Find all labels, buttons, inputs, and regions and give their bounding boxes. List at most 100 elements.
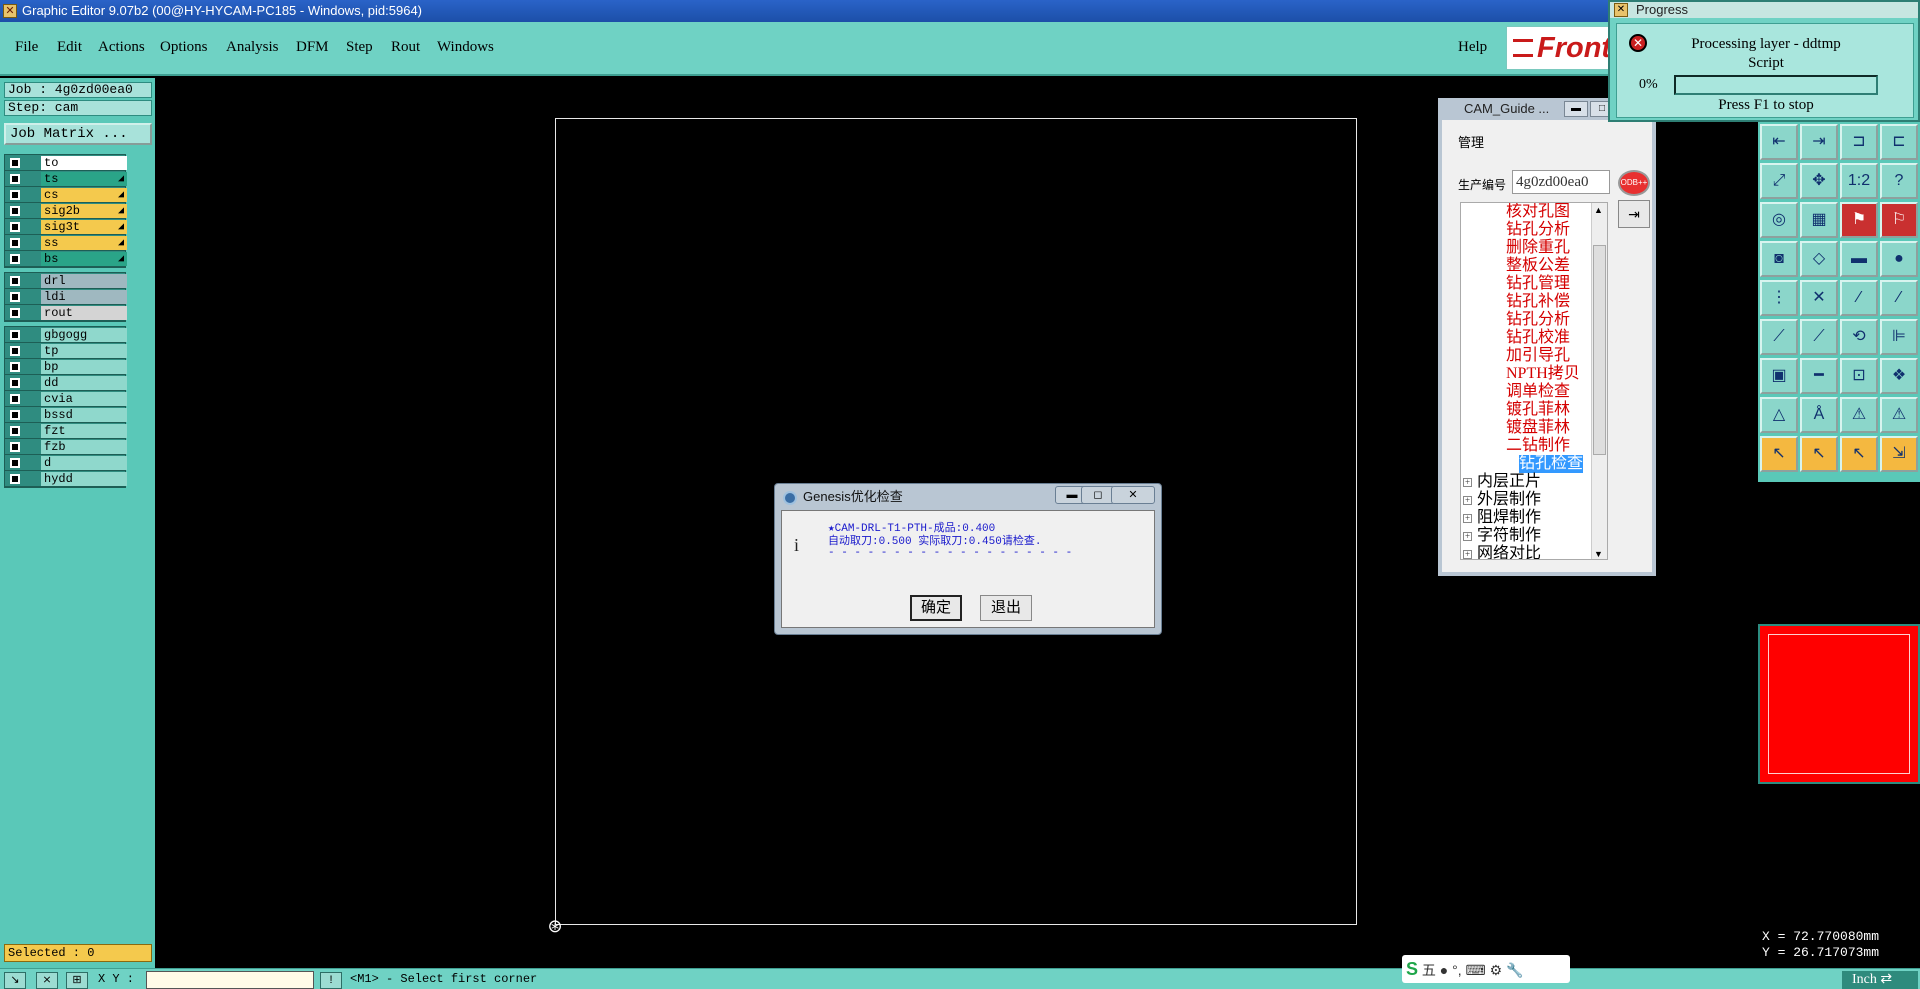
tree-item[interactable]: 钻孔管理: [1506, 275, 1570, 293]
layer-name[interactable]: gbgogg: [41, 328, 127, 342]
layer-checkbox[interactable]: [10, 174, 20, 184]
rotate-icon[interactable]: ⟲: [1840, 319, 1878, 355]
cross-icon[interactable]: ✕: [1800, 280, 1838, 316]
layer-name[interactable]: ldi: [41, 290, 127, 304]
menu-dfm[interactable]: DFM: [296, 39, 329, 56]
tree-item[interactable]: 调单检查: [1506, 383, 1570, 401]
tree-parent-item[interactable]: + 网络对比: [1463, 545, 1541, 559]
layer-checkbox[interactable]: [10, 362, 20, 372]
layer-checkbox[interactable]: [10, 254, 20, 264]
tree-item[interactable]: 钻孔分析: [1506, 311, 1570, 329]
tree-item[interactable]: 整板公差: [1506, 257, 1570, 275]
scroll-down-icon[interactable]: ▼: [1594, 549, 1603, 559]
dialog-maximize-icon[interactable]: ◻: [1081, 486, 1115, 504]
select-mode-icon[interactable]: ↘: [4, 972, 26, 989]
box-icon[interactable]: ▣: [1760, 358, 1798, 394]
tree-item[interactable]: NPTH拷贝: [1506, 365, 1580, 383]
menu-rout[interactable]: Rout: [391, 39, 420, 56]
pan-icon[interactable]: ✥: [1800, 163, 1838, 199]
pointer-red-icon[interactable]: ↖: [1800, 436, 1838, 472]
cluster-icon[interactable]: ❖: [1880, 358, 1918, 394]
tree-scrollbar[interactable]: ▲ ▼: [1591, 203, 1607, 559]
layer-checkbox[interactable]: [10, 474, 20, 484]
menu-help[interactable]: Help: [1458, 39, 1487, 56]
angle-icon[interactable]: Å: [1800, 397, 1838, 433]
pointer-alt-icon[interactable]: ↖: [1840, 436, 1878, 472]
menu-actions[interactable]: Actions: [98, 39, 145, 56]
line-b-icon[interactable]: ∕: [1880, 280, 1918, 316]
layer-checkbox[interactable]: [10, 394, 20, 404]
minimize-icon[interactable]: ▬: [1564, 101, 1588, 117]
layer-row-to[interactable]: to: [5, 155, 127, 171]
layer-row-d[interactable]: d: [5, 455, 127, 471]
snap-mode-icon[interactable]: ⨯: [36, 972, 58, 989]
layer-row-bp[interactable]: bp: [5, 359, 127, 375]
layers-a-icon[interactable]: ⚑: [1840, 202, 1878, 238]
manage-menu[interactable]: 管理: [1458, 132, 1484, 151]
layer-row-ss[interactable]: ss ◢: [5, 235, 127, 251]
expand-icon[interactable]: +: [1463, 513, 1472, 523]
menu-file[interactable]: File: [15, 39, 38, 56]
dialog-close-icon[interactable]: ✕: [1111, 486, 1155, 504]
triangle-icon[interactable]: △: [1760, 397, 1798, 433]
layer-name[interactable]: fzb: [41, 440, 127, 454]
units-toggle[interactable]: Inch ⇄: [1842, 971, 1918, 989]
ime-toolbar[interactable]: S 五 ● °, ⌨ ⚙ 🔧: [1402, 955, 1570, 983]
layer-name[interactable]: ts ◢: [41, 172, 127, 186]
dot-icon[interactable]: ●: [1880, 241, 1918, 277]
minus-icon[interactable]: ━: [1800, 358, 1838, 394]
exit-button[interactable]: 退出: [980, 595, 1032, 621]
layer-checkbox[interactable]: [10, 222, 20, 232]
layer-row-bs[interactable]: bs ◢: [5, 251, 127, 267]
connect-icon[interactable]: ⋮: [1760, 280, 1798, 316]
tree-item[interactable]: 钻孔补偿: [1506, 293, 1570, 311]
tree-item[interactable]: 删除重孔: [1506, 239, 1570, 257]
layer-row-hydd[interactable]: hydd: [5, 471, 127, 487]
function-tree[interactable]: 核对孔图 钻孔分析 删除重孔 整板公差 钻孔管理 钻孔补偿 钻孔分析 钻孔校准 加引导孔 NPTH…: [1460, 202, 1608, 560]
layer-checkbox[interactable]: [10, 378, 20, 388]
zoom-extent-icon[interactable]: ⤢: [1760, 163, 1798, 199]
menu-windows[interactable]: Windows: [437, 39, 494, 56]
layer-row-gbgogg[interactable]: gbgogg: [5, 327, 127, 343]
layer-name[interactable]: d: [41, 456, 127, 470]
layer-row-fzb[interactable]: fzb: [5, 439, 127, 455]
layer-name[interactable]: rout: [41, 306, 127, 320]
tree-item[interactable]: 钻孔校准: [1506, 329, 1570, 347]
grid-icon[interactable]: ▦: [1800, 202, 1838, 238]
exit-door-icon[interactable]: ⇥: [1618, 200, 1650, 228]
layer-preview-panel[interactable]: [1758, 624, 1920, 784]
layer-checkbox[interactable]: [10, 442, 20, 452]
layer-name[interactable]: tp: [41, 344, 127, 358]
tree-item[interactable]: 钻孔检查: [1519, 455, 1584, 473]
alert-icon[interactable]: !: [320, 972, 342, 989]
job-matrix-button[interactable]: Job Matrix ...: [4, 123, 152, 145]
frame-icon[interactable]: ⊡: [1840, 358, 1878, 394]
layers-b-icon[interactable]: ⚐: [1880, 202, 1918, 238]
measure-icon[interactable]: ◎: [1760, 202, 1798, 238]
layer-row-sig3t[interactable]: sig3t ◢: [5, 219, 127, 235]
odb-button[interactable]: ODB++: [1618, 170, 1650, 196]
layer-name[interactable]: dd: [41, 376, 127, 390]
layer-checkbox[interactable]: [10, 410, 20, 420]
layer-row-cs[interactable]: cs ◢: [5, 187, 127, 203]
scroll-thumb[interactable]: [1593, 245, 1606, 455]
production-number-field[interactable]: 4g0zd00ea0: [1512, 170, 1610, 194]
ruler-icon[interactable]: ▬: [1840, 241, 1878, 277]
layer-checkbox[interactable]: [10, 458, 20, 468]
layer-checkbox[interactable]: [10, 292, 20, 302]
layer-name[interactable]: sig2b ◢: [41, 204, 127, 218]
layer-row-ts[interactable]: ts ◢: [5, 171, 127, 187]
tree-item[interactable]: 钻孔分析: [1506, 221, 1570, 239]
layer-row-dd[interactable]: dd: [5, 375, 127, 391]
help-icon[interactable]: ?: [1880, 163, 1918, 199]
shape-icon[interactable]: ◇: [1800, 241, 1838, 277]
layer-name[interactable]: bssd: [41, 408, 127, 422]
scroll-up-icon[interactable]: ▲: [1594, 205, 1603, 215]
layer-name[interactable]: ss ◢: [41, 236, 127, 250]
layer-checkbox[interactable]: [10, 238, 20, 248]
tree-parent-item[interactable]: + 阻焊制作: [1463, 509, 1541, 527]
expand-icon[interactable]: +: [1463, 531, 1472, 541]
layer-name[interactable]: cvia: [41, 392, 127, 406]
layer-row-drl[interactable]: drl: [5, 273, 127, 289]
pad-icon[interactable]: ◙: [1760, 241, 1798, 277]
